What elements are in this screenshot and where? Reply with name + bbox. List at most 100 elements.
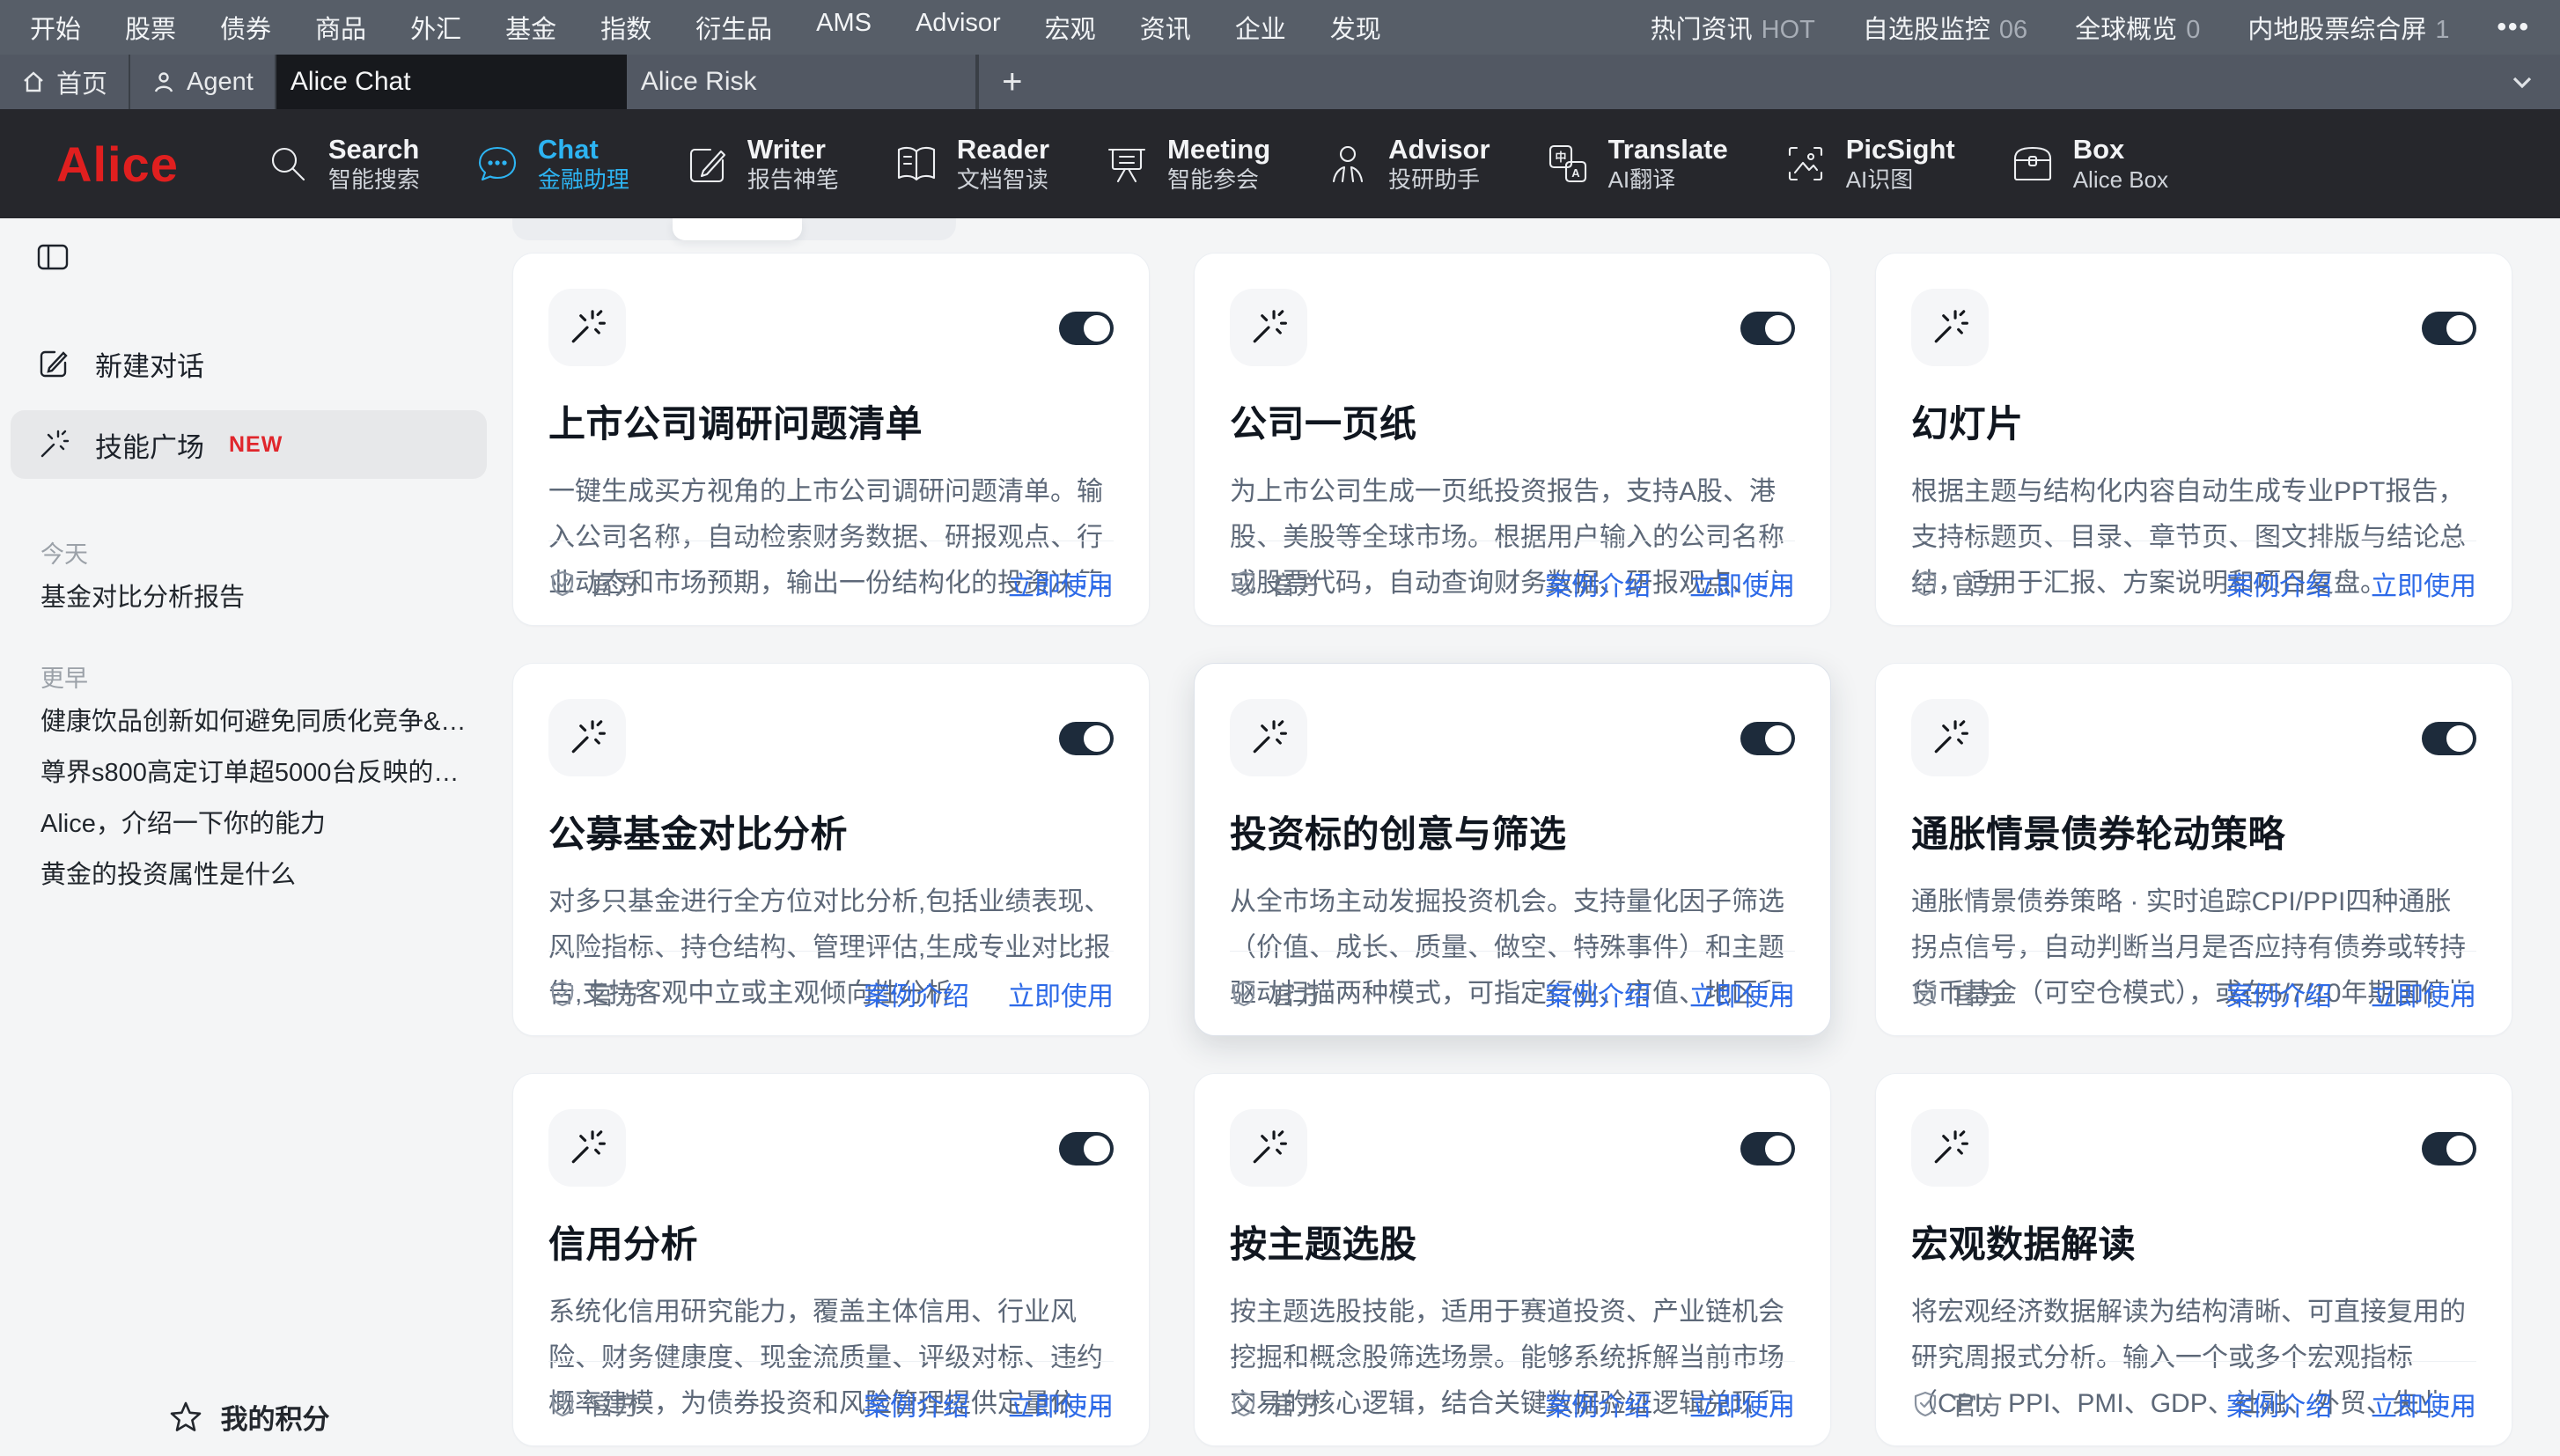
today-section-label: 今天 [40,535,497,570]
menu-item-macro[interactable]: 宏观 [1045,9,1096,46]
menu-item-fx[interactable]: 外汇 [410,9,461,46]
skill-toggle[interactable] [1740,1132,1795,1166]
tab-agent[interactable]: Agent [130,55,276,109]
watchlist-count: 06 [1999,16,2027,44]
menu-item-derivatives[interactable]: 衍生品 [695,9,772,46]
skill-card[interactable]: 幻灯片 根据主题与结构化内容自动生成专业PPT报告，支持标题页、目录、章节页、图… [1875,253,2512,626]
skill-card[interactable]: 投资标的创意与筛选 从全市场主动发掘投资机会。支持量化因子筛选（价值、成长、质量… [1194,663,1831,1036]
chevron-down-icon [2507,67,2537,97]
skill-toggle[interactable] [1740,722,1795,755]
category-tab-active-clipped[interactable] [673,218,802,240]
nav-translate[interactable]: 中A TranslateAI翻译 [1543,134,1728,193]
more-menu-icon[interactable]: ••• [2497,12,2530,42]
tab-alice-chat[interactable]: Alice Chat [276,55,627,109]
card-icon-tile [548,699,626,776]
tab-alice-risk[interactable]: Alice Risk [627,55,977,109]
case-intro-link[interactable]: 案例介绍 [864,1385,969,1423]
tab-home[interactable]: 首页 [0,55,130,109]
menu-item-news[interactable]: 资讯 [1140,9,1191,46]
shield-check-icon [1230,1390,1258,1418]
category-tabs-clipped[interactable] [512,218,956,240]
skill-card[interactable]: 按主题选股 按主题选股技能，适用于赛道投资、产业链机会挖掘和概念股筛选场景。能够… [1194,1073,1831,1446]
top-menu-bar: 开始 股票 债券 商品 外汇 基金 指数 衍生品 AMS Advisor 宏观 … [0,0,2560,55]
card-title: 投资标的创意与筛选 [1230,805,1795,858]
skill-card[interactable]: 信用分析 系统化信用研究能力，覆盖主体信用、行业风险、财务健康度、现金流质量、评… [512,1073,1150,1446]
skill-card[interactable]: 公司一页纸 为上市公司生成一页纸投资报告，支持A股、港股、美股等全球市场。根据用… [1194,253,1831,626]
magic-wand-icon [1248,717,1289,758]
history-item[interactable]: 黄金的投资属性是什么 [16,847,482,898]
skill-card[interactable]: 公募基金对比分析 对多只基金进行全方位对比分析,包括业绩表现、风险指标、持仓结构… [512,663,1150,1036]
card-icon-tile [1911,699,1989,776]
case-intro-link[interactable]: 案例介绍 [1545,564,1651,603]
nav-writer[interactable]: Writer报告神笔 [682,134,839,193]
use-now-link[interactable]: 立即使用 [1008,564,1114,603]
nav-advisor[interactable]: Advisor投研助手 [1323,134,1490,193]
skill-toggle[interactable] [1740,312,1795,345]
menu-item-funds[interactable]: 基金 [505,9,556,46]
history-item[interactable]: 基金对比分析报告 [16,570,482,621]
search-icon [263,139,313,188]
translate-icon: 中A [1543,139,1593,188]
skill-toggle[interactable] [1059,312,1114,345]
case-intro-link[interactable]: 案例介绍 [864,974,969,1013]
skill-toggle[interactable] [2422,312,2476,345]
nav-search[interactable]: Search智能搜索 [263,134,420,193]
card-title: 公司一页纸 [1230,394,1795,448]
case-intro-link[interactable]: 案例介绍 [2226,974,2332,1013]
toggle-knob [1765,725,1791,752]
menu-item-stocks[interactable]: 股票 [125,9,176,46]
china-composite-item[interactable]: 内地股票综合屏1 [2247,9,2449,46]
use-now-link[interactable]: 立即使用 [2371,564,2476,603]
new-badge: NEW [229,432,283,458]
use-now-link[interactable]: 立即使用 [2371,974,2476,1013]
skill-toggle[interactable] [2422,722,2476,755]
card-title: 幻灯片 [1911,394,2476,448]
menu-item-indices[interactable]: 指数 [600,9,651,46]
menu-item-ams[interactable]: AMS [816,9,872,46]
skill-card[interactable]: 宏观数据解读 将宏观经济数据解读为结构清晰、可直接复用的研究周报式分析。输入一个… [1875,1073,2512,1446]
new-chat-button[interactable]: 新建对话 [11,329,487,398]
hot-news-item[interactable]: 热门资讯HOT [1651,9,1815,46]
tab-list-chevron[interactable] [2507,55,2560,109]
case-intro-link[interactable]: 案例介绍 [2226,1385,2332,1423]
nav-reader[interactable]: Reader文档智读 [892,134,1049,193]
use-now-link[interactable]: 立即使用 [1689,1385,1795,1423]
history-item[interactable]: 尊界s800高定订单超5000台反映的… [16,745,482,796]
new-tab-button[interactable]: + [977,55,1046,109]
skill-toggle[interactable] [1059,722,1114,755]
skill-toggle[interactable] [2422,1132,2476,1166]
case-intro-link[interactable]: 案例介绍 [1545,974,1651,1013]
menu-item-start[interactable]: 开始 [30,9,81,46]
menu-item-commodities[interactable]: 商品 [315,9,366,46]
use-now-link[interactable]: 立即使用 [1008,1385,1114,1423]
menu-item-bonds[interactable]: 债券 [220,9,271,46]
history-item[interactable]: Alice，介绍一下你的能力 [16,796,482,847]
menu-item-advisor[interactable]: Advisor [916,9,1001,46]
global-overview-item[interactable]: 全球概览0 [2075,9,2200,46]
skill-card[interactable]: 上市公司调研问题清单 一键生成买方视角的上市公司调研问题清单。输入公司名称，自动… [512,253,1150,626]
use-now-link[interactable]: 立即使用 [1689,564,1795,603]
nav-box[interactable]: BoxAlice Box [2008,134,2168,193]
nav-chat[interactable]: Chat金融助理 [473,134,629,193]
shield-check-icon [1230,570,1258,598]
nav-picsight[interactable]: PicSightAI识图 [1781,134,1955,193]
card-title: 信用分析 [548,1215,1114,1268]
card-title: 公募基金对比分析 [548,805,1114,858]
watchlist-monitor-item[interactable]: 自选股监控06 [1863,9,2027,46]
history-item[interactable]: 健康饮品创新如何避免同质化竞争&… [16,694,482,745]
skill-card[interactable]: 通胀情景债券轮动策略 通胀情景债券策略 · 实时追踪CPI/PPI四种通胀拐点信… [1875,663,2512,1036]
alice-logo[interactable]: Alice [56,136,179,193]
use-now-link[interactable]: 立即使用 [1008,974,1114,1013]
nav-meeting[interactable]: Meeting智能参会 [1102,134,1270,193]
menu-item-enterprise[interactable]: 企业 [1235,9,1286,46]
compose-icon [37,347,70,380]
sidebar-collapse-button[interactable] [37,239,76,275]
case-intro-link[interactable]: 案例介绍 [2226,564,2332,603]
use-now-link[interactable]: 立即使用 [2371,1385,2476,1423]
menu-item-discover[interactable]: 发现 [1330,9,1381,46]
use-now-link[interactable]: 立即使用 [1689,974,1795,1013]
case-intro-link[interactable]: 案例介绍 [1545,1385,1651,1423]
skill-plaza-item[interactable]: 技能广场 NEW [11,410,487,479]
my-points-button[interactable]: 我的积分 [0,1397,497,1437]
skill-toggle[interactable] [1059,1132,1114,1166]
